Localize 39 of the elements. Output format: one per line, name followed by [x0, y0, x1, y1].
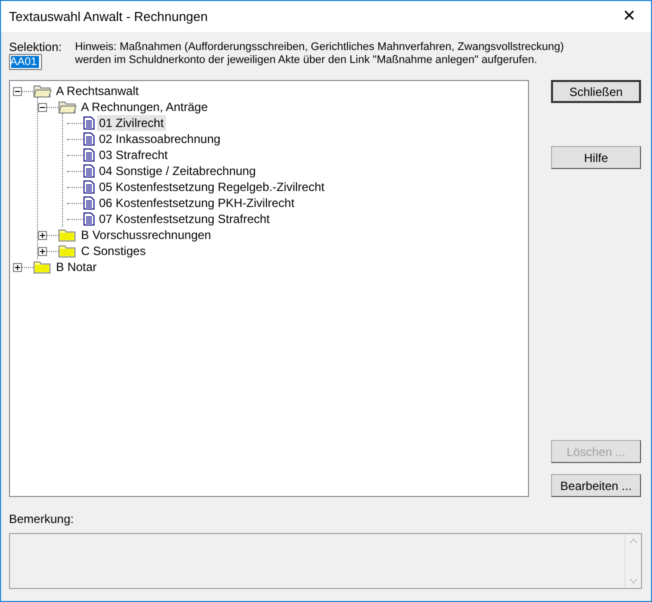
- document-icon: [83, 212, 95, 226]
- document-icon: [83, 164, 95, 178]
- tree-item[interactable]: 03 Strafrecht: [97, 147, 170, 163]
- expand-icon[interactable]: [38, 246, 47, 256]
- dialog-button[interactable]: Schließen: [551, 80, 641, 103]
- folder-icon: [58, 228, 77, 242]
- selection-field[interactable]: AA01: [9, 54, 42, 70]
- tree-item[interactable]: 04 Sonstige / Zeitabrechnung: [97, 163, 258, 179]
- document-icon: [83, 180, 95, 194]
- hint-text: werden im Schuldnerkonto der jeweiligen Akte über den Link "Maßnahme anlegen" aufgerufen.: [75, 54, 538, 67]
- tree-item[interactable]: 05 Kostenfestsetzung Regelgeb.-Zivilrecht: [97, 179, 326, 195]
- window-title: Textauswahl Anwalt - Rechnungen: [9, 8, 208, 26]
- tree-item[interactable]: A Rechtsanwalt: [54, 83, 141, 99]
- collapse-icon[interactable]: [13, 86, 22, 96]
- tree-item[interactable]: 01 Zivilrecht: [97, 115, 166, 131]
- folder-icon: [33, 260, 52, 274]
- tree-item[interactable]: 07 Kostenfestsetzung Strafrecht: [97, 211, 272, 227]
- remark-label: Bemerkung:: [9, 512, 75, 526]
- tree-item[interactable]: C Sonstiges: [79, 243, 148, 259]
- selection-label: Selektion:: [9, 40, 63, 54]
- folder-icon: [58, 244, 77, 258]
- document-icon: [83, 116, 95, 130]
- tree-item[interactable]: 02 Inkassoabrechnung: [97, 131, 222, 147]
- hint-text: Hinweis: Maßnahmen (Aufforderungsschreiben, Gerichtliches Mahnverfahren, Zwangsvollstreckung): [75, 41, 564, 54]
- dialog-button[interactable]: Bearbeiten ...: [551, 474, 641, 497]
- document-icon: [83, 196, 95, 210]
- collapse-icon[interactable]: [38, 102, 47, 112]
- open-folder-icon: [33, 84, 52, 98]
- tree-item[interactable]: B Notar: [54, 259, 99, 275]
- tree-item[interactable]: 06 Kostenfestsetzung PKH-Zivilrecht: [97, 195, 296, 211]
- expand-icon[interactable]: [13, 262, 22, 272]
- document-icon: [83, 132, 95, 146]
- expand-icon[interactable]: [38, 230, 47, 240]
- document-icon: [83, 148, 95, 162]
- open-folder-icon: [58, 100, 77, 114]
- dialog-button[interactable]: Hilfe: [551, 146, 641, 169]
- tree-item[interactable]: A Rechnungen, Anträge: [79, 99, 210, 115]
- close-button[interactable]: ✕: [607, 2, 651, 32]
- tree-item[interactable]: B Vorschussrechnungen: [79, 227, 214, 243]
